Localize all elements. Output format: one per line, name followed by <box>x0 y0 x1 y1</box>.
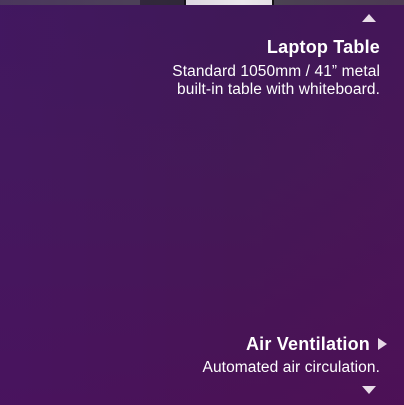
laptop-table-description-line2: built-in table with whiteboard. <box>177 81 380 98</box>
air-ventilation-title[interactable]: Air Ventilation <box>246 333 370 355</box>
laptop-table-description-line1: Standard 1050mm / 41” metal <box>172 63 380 80</box>
air-ventilation-description: Automated air circulation. <box>202 359 380 376</box>
laptop-table-hotspot: Laptop Table Standard 1050mm / 41” metal… <box>172 36 380 99</box>
caret-down-icon[interactable] <box>362 386 376 394</box>
caret-right-icon[interactable] <box>378 338 387 350</box>
laptop-table-title: Laptop Table <box>266 37 380 57</box>
air-ventilation-hotspot[interactable]: Air Ventilation <box>246 333 370 355</box>
air-ventilation-description-block: Automated air circulation. <box>203 359 381 377</box>
top-image-strip <box>0 0 404 5</box>
caret-up-icon[interactable] <box>362 14 376 22</box>
feature-panel: Laptop Table Standard 1050mm / 41” metal… <box>0 0 404 405</box>
